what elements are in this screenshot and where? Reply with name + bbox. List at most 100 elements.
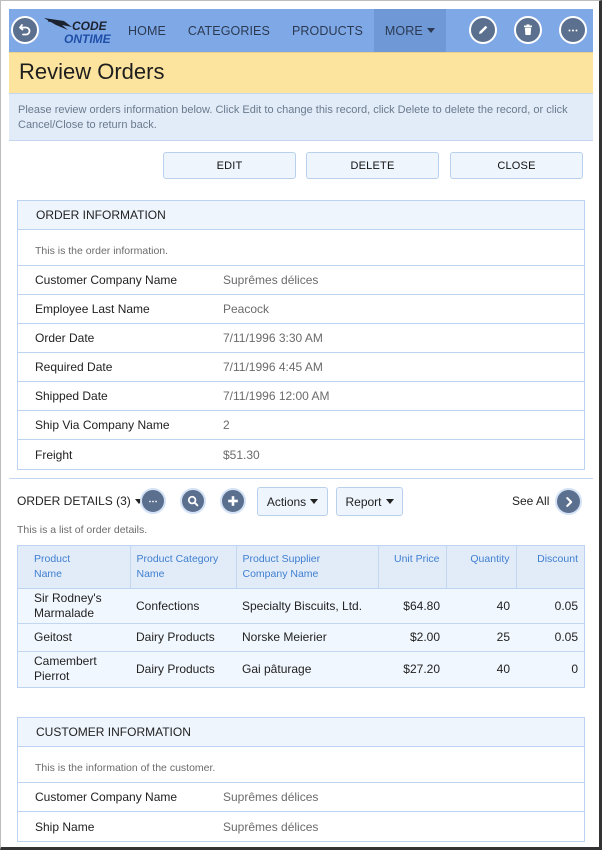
field-value: Peacock bbox=[223, 302, 270, 316]
nav-home-label: HOME bbox=[128, 23, 166, 38]
nav-categories-label: CATEGORIES bbox=[187, 23, 270, 38]
page-title-bar: Review Orders bbox=[9, 52, 593, 93]
details-search-button[interactable] bbox=[180, 488, 206, 514]
cell-quantity: 40 bbox=[446, 588, 516, 624]
order-information-panel: ORDER INFORMATION This is the order info… bbox=[17, 200, 585, 470]
nav-item-categories[interactable]: CATEGORIES bbox=[177, 9, 281, 52]
field-label: Customer Company Name bbox=[35, 790, 178, 804]
edit-button[interactable]: EDIT bbox=[163, 152, 296, 179]
search-icon bbox=[187, 495, 199, 507]
delete-button[interactable]: DELETE bbox=[306, 152, 439, 179]
svg-text:ONTIME: ONTIME bbox=[64, 32, 112, 46]
field-label: Employee Last Name bbox=[35, 302, 150, 316]
nav-item-more[interactable]: MORE bbox=[373, 9, 446, 52]
cell-category: Dairy Products bbox=[130, 623, 236, 652]
close-button[interactable]: CLOSE bbox=[450, 152, 583, 179]
header-line: Unit Price bbox=[393, 553, 440, 565]
details-add-button[interactable] bbox=[220, 488, 246, 514]
header-line: Product Category bbox=[136, 553, 219, 565]
field-label: Ship Name bbox=[35, 819, 95, 834]
field-value: Suprêmes délices bbox=[223, 790, 319, 804]
nav-item-home[interactable]: HOME bbox=[117, 9, 177, 52]
header-line: Company Name bbox=[242, 568, 319, 580]
customer-information-panel: CUSTOMER INFORMATION This is the informa… bbox=[17, 717, 585, 842]
field-value: Suprêmes délices bbox=[223, 273, 319, 287]
order-information-header: ORDER INFORMATION bbox=[18, 201, 584, 230]
main-nav: HOME CATEGORIES PRODUCTS MORE bbox=[117, 9, 446, 52]
field-value: $51.30 bbox=[223, 447, 260, 462]
order-details-title-label: ORDER DETAILS (3) bbox=[17, 494, 131, 508]
column-header-supplier-name[interactable]: Product Supplier Company Name bbox=[236, 546, 379, 589]
see-all-link[interactable]: See All bbox=[512, 494, 549, 508]
field-label: Order Date bbox=[35, 331, 95, 345]
field-row: Employee Last Name Peacock bbox=[18, 295, 584, 324]
pencil-icon bbox=[479, 25, 488, 34]
grid-header-row: Product Name Product Category Name Product… bbox=[18, 546, 584, 589]
field-value: 7/11/1996 3:30 AM bbox=[223, 331, 323, 345]
cell-discount: 0 bbox=[516, 651, 584, 687]
code-on-time-logo[interactable]: CODE ONTIME bbox=[42, 15, 122, 47]
field-row: Shipped Date 7/11/1996 12:00 AM bbox=[18, 382, 584, 411]
field-row: Required Date 7/11/1996 4:45 AM bbox=[18, 353, 584, 382]
header-line: Product bbox=[34, 553, 71, 565]
back-button[interactable] bbox=[11, 16, 39, 44]
customer-information-header: CUSTOMER INFORMATION bbox=[18, 718, 584, 747]
column-header-quantity[interactable]: Quantity bbox=[446, 546, 517, 589]
field-row: Customer Company Name Suprêmes délices bbox=[18, 783, 584, 812]
field-row: Ship Name Suprêmes délices bbox=[18, 812, 584, 841]
field-label: Shipped Date bbox=[35, 389, 108, 403]
table-row[interactable]: Camembert Pierrot Dairy Products Gai pâtu… bbox=[18, 651, 584, 687]
nav-item-products[interactable]: PRODUCTS bbox=[281, 9, 374, 52]
svg-text:CODE: CODE bbox=[72, 19, 108, 33]
cell-quantity: 25 bbox=[446, 623, 516, 652]
cell-discount: 0.05 bbox=[516, 588, 584, 624]
cell-text: Pierrot bbox=[34, 669, 70, 684]
cell-unit-price: $64.80 bbox=[378, 588, 446, 624]
cell-unit-price: $2.00 bbox=[378, 623, 446, 652]
report-dropdown-button[interactable]: Report bbox=[336, 487, 403, 516]
caret-down-icon bbox=[385, 499, 394, 504]
order-information-description: This is the order information. bbox=[18, 230, 584, 266]
column-header-discount[interactable]: Discount bbox=[516, 546, 584, 589]
cell-unit-price: $27.20 bbox=[378, 651, 446, 687]
cell-text: Camembert bbox=[34, 654, 97, 669]
header-line: Name bbox=[34, 568, 63, 580]
order-details-title[interactable]: ORDER DETAILS (3) bbox=[17, 494, 143, 508]
cell-discount: 0.05 bbox=[516, 623, 584, 652]
nav-more-label: MORE bbox=[384, 23, 423, 38]
header-line: Product Supplier bbox=[242, 553, 321, 565]
field-label: Freight bbox=[35, 447, 73, 462]
section-divider bbox=[9, 478, 593, 479]
header-line: Discount bbox=[537, 553, 578, 565]
plus-icon bbox=[228, 496, 238, 506]
see-all-button[interactable] bbox=[555, 488, 582, 515]
cell-supplier: Gai pâturage bbox=[236, 651, 378, 687]
delete-record-button[interactable] bbox=[514, 16, 542, 44]
column-header-unit-price[interactable]: Unit Price bbox=[378, 546, 447, 589]
order-details-grid: Product Name Product Category Name Product… bbox=[17, 545, 585, 688]
field-row: Ship Via Company Name 2 bbox=[18, 411, 584, 440]
edit-record-button[interactable] bbox=[469, 16, 497, 44]
table-row[interactable]: Sir Rodney's Marmalade Confections Specia… bbox=[18, 588, 584, 624]
more-options-button[interactable] bbox=[559, 16, 587, 44]
page-description-bar: Please review orders information below. … bbox=[9, 93, 593, 141]
cell-product-name: Sir Rodney's Marmalade bbox=[18, 588, 130, 624]
actions-dropdown-button[interactable]: Actions bbox=[257, 487, 328, 516]
report-label: Report bbox=[345, 494, 382, 509]
column-header-product-name[interactable]: Product Name bbox=[18, 546, 131, 589]
cell-supplier: Norske Meierier bbox=[236, 623, 378, 652]
details-more-button[interactable] bbox=[140, 488, 166, 514]
table-row[interactable]: Geitost Dairy Products Norske Meierier $… bbox=[18, 623, 584, 652]
field-value: 7/11/1996 4:45 AM bbox=[223, 360, 323, 374]
header-line: Quantity bbox=[470, 553, 510, 565]
column-header-category-name[interactable]: Product Category Name bbox=[130, 546, 237, 589]
header-line: Name bbox=[136, 568, 165, 580]
app-window: CODE ONTIME HOME CATEGORIES PRODUCTS MOR… bbox=[0, 0, 602, 850]
edit-button-label: EDIT bbox=[216, 159, 243, 172]
field-row: Customer Company Name Suprêmes délices bbox=[18, 266, 584, 295]
cell-quantity: 40 bbox=[446, 651, 516, 687]
cell-text: Marmalade bbox=[34, 606, 95, 620]
trash-icon bbox=[524, 24, 532, 35]
cell-category: Dairy Products bbox=[130, 651, 236, 687]
field-label: Customer Company Name bbox=[35, 273, 178, 287]
